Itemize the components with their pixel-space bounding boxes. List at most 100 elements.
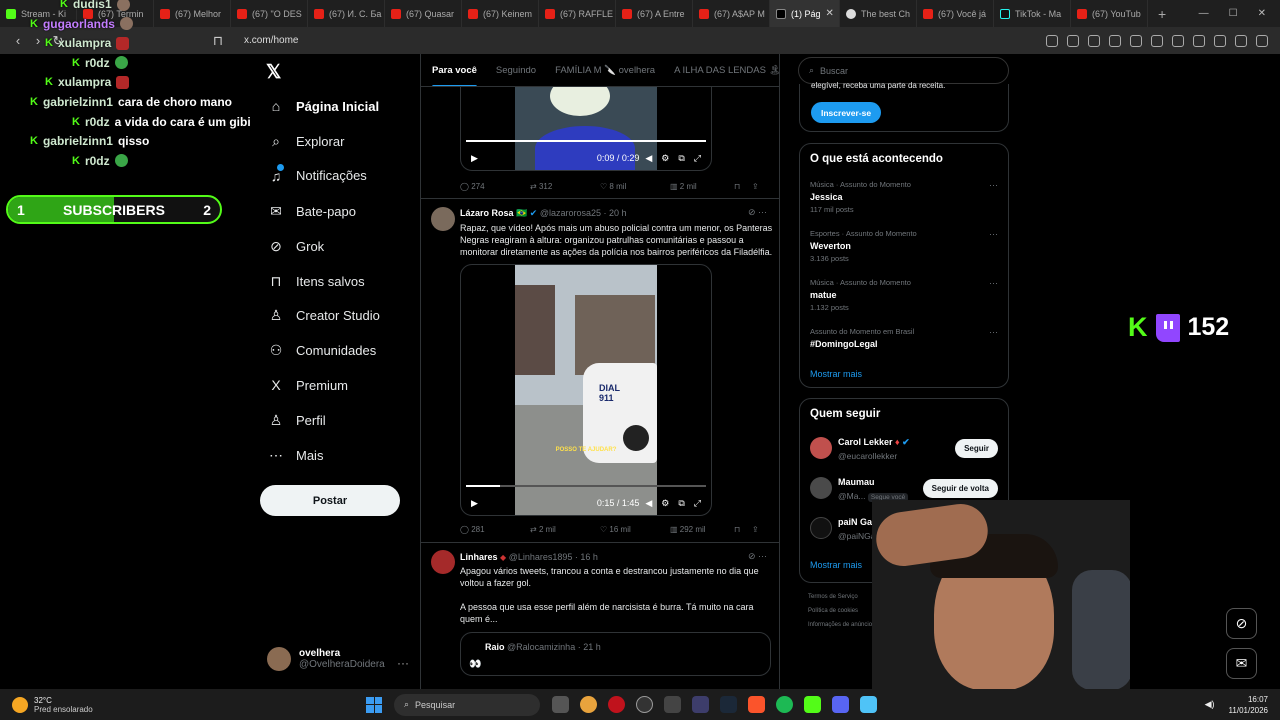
- share-icon[interactable]: ⇪: [752, 182, 759, 191]
- more-icon[interactable]: ···: [397, 656, 409, 670]
- extension-icon[interactable]: [1088, 34, 1100, 47]
- extension-icon[interactable]: [1235, 34, 1247, 47]
- repost-button[interactable]: ⇄ 312: [530, 182, 600, 191]
- browser-tab[interactable]: (67) Você já: [917, 0, 994, 27]
- more-icon[interactable]: ···: [989, 278, 998, 288]
- extension-icon[interactable]: [1067, 34, 1079, 47]
- x-logo-icon[interactable]: 𝕏: [266, 61, 281, 84]
- volume-icon[interactable]: ◀): [1205, 699, 1215, 710]
- nav-item-grok[interactable]: ⊘ Grok: [268, 238, 324, 255]
- author-name[interactable]: Linhares: [460, 552, 498, 562]
- account-switcher[interactable]: ovelhera @OvelheraDoidera: [267, 647, 385, 671]
- video-progress[interactable]: [466, 485, 706, 487]
- extension-icon[interactable]: [1172, 34, 1184, 47]
- tab-list-ilha[interactable]: A ILHA DAS LENDAS 🏝: [674, 65, 779, 76]
- browser-tab[interactable]: (67) RAFFLE: [539, 0, 616, 27]
- footer-link[interactable]: Política de cookies: [808, 608, 858, 614]
- bookmark-icon[interactable]: ⊓: [734, 525, 752, 534]
- avatar[interactable]: [810, 437, 832, 459]
- tab-following[interactable]: Seguindo: [496, 65, 536, 76]
- play-icon[interactable]: ▶: [471, 498, 478, 509]
- repost-button[interactable]: ⇄ 2 mil: [530, 525, 600, 534]
- minimize-icon[interactable]: —: [1199, 8, 1209, 19]
- post-button[interactable]: Postar: [260, 485, 400, 516]
- pip-icon[interactable]: ⧉: [678, 498, 684, 509]
- trend-name[interactable]: Jessica: [810, 192, 843, 202]
- brave-icon[interactable]: [748, 696, 765, 713]
- like-button[interactable]: ♡ 16 mil: [600, 525, 670, 534]
- video-progress[interactable]: [466, 140, 706, 142]
- weather-widget[interactable]: 32°C Pred ensolarado: [0, 696, 340, 714]
- fullscreen-icon[interactable]: ⤢: [694, 498, 701, 509]
- tab-for-you[interactable]: Para você: [432, 65, 477, 86]
- maximize-icon[interactable]: ☐: [1229, 8, 1238, 19]
- nav-item-search[interactable]: ⌕ Explorar: [268, 133, 344, 150]
- nav-item-bookmark[interactable]: ⊓ Itens salvos: [268, 273, 365, 290]
- file-explorer-icon[interactable]: [552, 696, 569, 713]
- fullscreen-icon[interactable]: ⤢: [694, 153, 701, 164]
- kick-icon[interactable]: [804, 696, 821, 713]
- nav-item-more[interactable]: ⋯ Mais: [268, 447, 323, 464]
- nav-item-mail[interactable]: ✉ Bate-papo: [268, 203, 356, 220]
- pip-icon[interactable]: ⧉: [678, 153, 684, 164]
- play-icon[interactable]: ▶: [471, 153, 478, 164]
- app-icon[interactable]: [692, 696, 709, 713]
- avatar[interactable]: [810, 517, 832, 539]
- browser-tab[interactable]: (67) Quasar: [385, 0, 462, 27]
- extension-icon[interactable]: [1214, 34, 1226, 47]
- avatar[interactable]: [431, 550, 455, 574]
- discord-icon[interactable]: [832, 696, 849, 713]
- extension-icon[interactable]: [1256, 34, 1268, 47]
- extension-icon[interactable]: [1130, 34, 1142, 47]
- footer-link[interactable]: Informações de anúncios: [808, 622, 875, 628]
- more-icon[interactable]: ···: [989, 229, 998, 239]
- bookmark-page-icon[interactable]: ⊓: [208, 33, 228, 49]
- bookmark-icon[interactable]: ⊓: [734, 182, 752, 191]
- close-icon[interactable]: ✕: [1258, 8, 1266, 19]
- settings-icon[interactable]: ⚙: [661, 153, 669, 164]
- subscribe-button[interactable]: Inscrever-se: [811, 102, 882, 123]
- like-button[interactable]: ♡ 8 mil: [600, 182, 670, 191]
- nav-item-x-premium[interactable]: X Premium: [268, 377, 348, 393]
- grok-and-more-icons[interactable]: ⊘ ···: [748, 551, 767, 562]
- follow-name[interactable]: Carol Lekker ♦ ✔: [838, 437, 910, 448]
- clock[interactable]: 16:07 11/01/2026: [1229, 694, 1268, 716]
- nav-item-home[interactable]: ⌂ Página Inicial: [268, 98, 379, 114]
- volume-icon[interactable]: ◀: [645, 153, 652, 164]
- browser-tab[interactable]: The best Ch: [840, 0, 917, 27]
- windows-start-icon[interactable]: [366, 696, 382, 713]
- nav-item-profile[interactable]: ♙ Perfil: [268, 412, 326, 429]
- author-name[interactable]: Lázaro Rosa: [460, 208, 514, 218]
- opera-icon[interactable]: [608, 696, 625, 713]
- steam-icon[interactable]: [720, 696, 737, 713]
- reply-button[interactable]: ◯ 274: [460, 182, 530, 191]
- show-more-link[interactable]: Mostrar mais: [810, 369, 862, 379]
- browser-tab[interactable]: (67) Melhor: [154, 0, 231, 27]
- views-button[interactable]: ▥ 2 mil: [670, 182, 734, 191]
- tab-list-familia[interactable]: FAMÍLIA M 🔪 ovelhera: [555, 65, 655, 76]
- follow-name[interactable]: Maumau: [838, 477, 875, 487]
- more-icon[interactable]: ···: [989, 180, 998, 190]
- browser-tab[interactable]: (67) A$AP M: [693, 0, 770, 27]
- extension-icon[interactable]: [1151, 34, 1163, 47]
- footer-link[interactable]: Termos de Serviço: [808, 594, 858, 600]
- trend-name[interactable]: #DomingoLegal: [810, 339, 878, 349]
- browser-tab[interactable]: (67) "O DES: [231, 0, 308, 27]
- browser-tab[interactable]: (1) Pág ✕: [770, 0, 840, 27]
- spotify-icon[interactable]: [776, 696, 793, 713]
- nav-item-creator[interactable]: ♙ Creator Studio: [268, 307, 380, 324]
- chrome-icon[interactable]: [580, 696, 597, 713]
- browser-tab[interactable]: (67) И. С. Ба: [308, 0, 385, 27]
- extension-icon[interactable]: [1046, 34, 1058, 47]
- share-icon[interactable]: ⇪: [752, 525, 759, 534]
- obs-icon[interactable]: [636, 696, 653, 713]
- grok-and-more-icons[interactable]: ⊘ ···: [748, 207, 767, 218]
- messages-floating-button[interactable]: ✉: [1226, 648, 1257, 679]
- show-more-link[interactable]: Mostrar mais: [810, 560, 862, 570]
- url-field[interactable]: x.com/home: [244, 35, 298, 46]
- new-tab-icon[interactable]: +: [1148, 6, 1176, 22]
- close-tab-icon[interactable]: ✕: [826, 8, 834, 19]
- settings-icon[interactable]: ⚙: [661, 498, 669, 509]
- follow-back-button[interactable]: Seguir de volta: [922, 479, 998, 498]
- post-video[interactable]: DIAL 911 POSSO TE AJUDAR? ▶ 0:15 / 1:45 …: [460, 264, 712, 516]
